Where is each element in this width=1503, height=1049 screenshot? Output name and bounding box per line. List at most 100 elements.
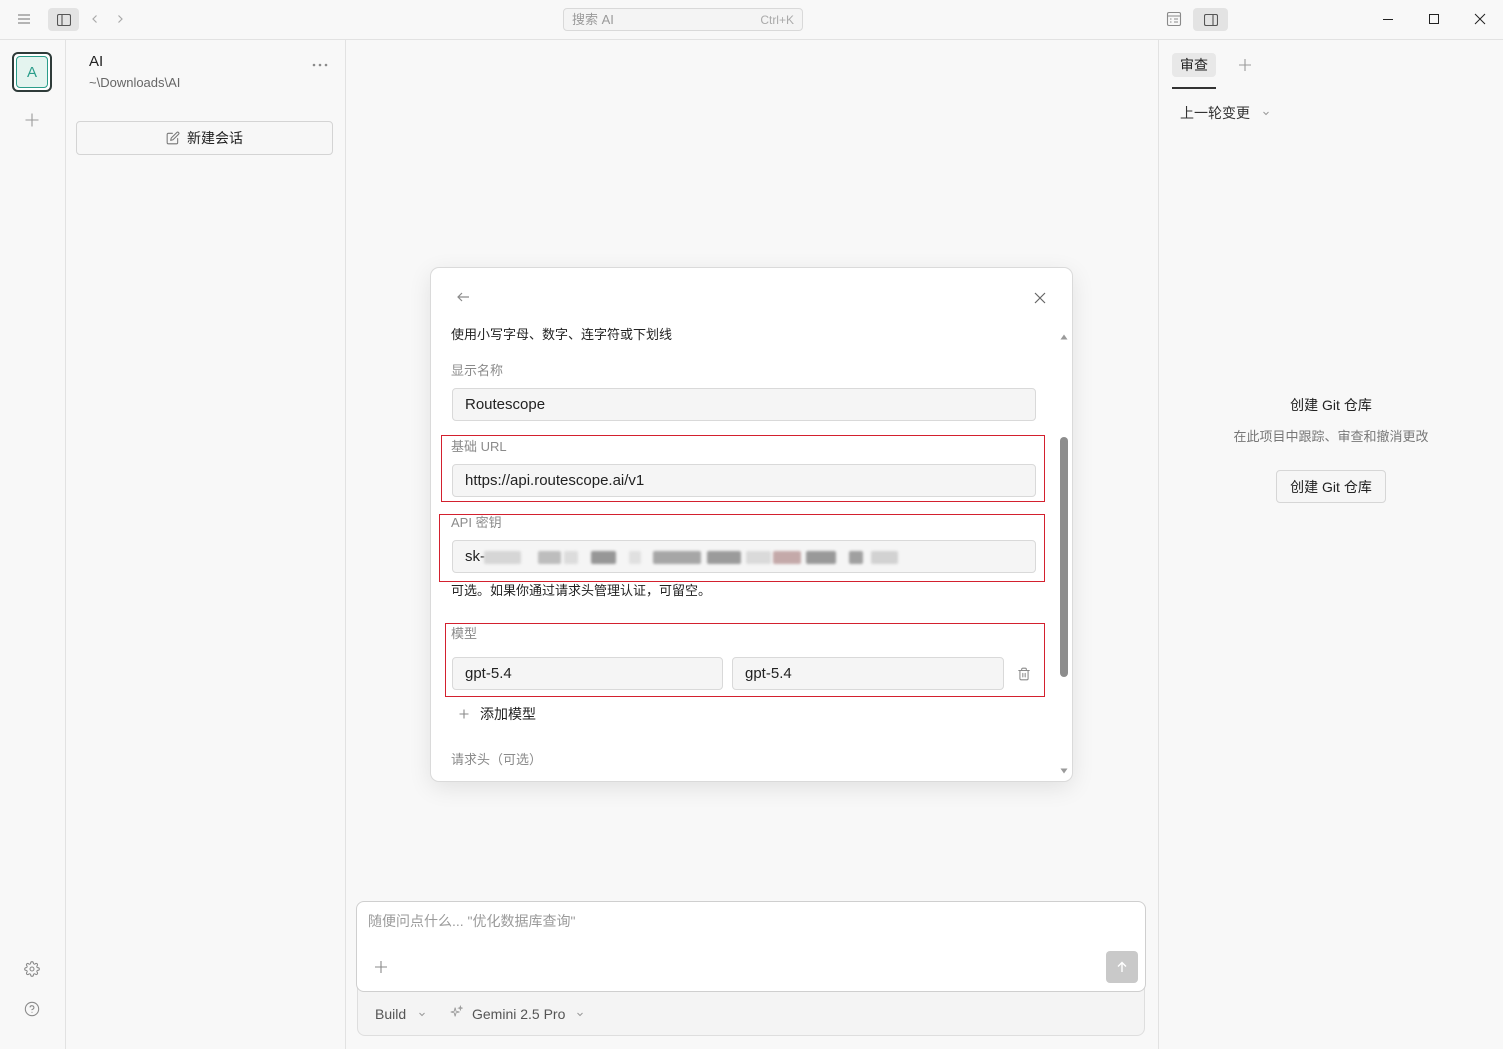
sidebar-right-icon <box>1203 13 1218 26</box>
attach-button[interactable] <box>374 960 388 974</box>
back-button[interactable] <box>89 13 101 25</box>
composer-footer: Build Gemini 2.5 Pro <box>357 985 1145 1036</box>
api-key-label: API 密钥 <box>451 515 502 530</box>
changes-filter-label: 上一轮变更 <box>1180 105 1250 121</box>
model-id-input[interactable] <box>452 657 723 690</box>
project-more-button[interactable] <box>310 58 330 72</box>
create-git-repo-label: 创建 Git 仓库 <box>1290 478 1372 495</box>
plus-icon <box>24 112 40 128</box>
plus-icon <box>1238 58 1252 72</box>
api-key-redaction <box>564 551 578 564</box>
search-box[interactable]: Ctrl+K <box>563 8 803 31</box>
add-project-button[interactable] <box>24 112 40 128</box>
add-tab-button[interactable] <box>1238 58 1252 72</box>
create-git-repo-button[interactable]: 创建 Git 仓库 <box>1276 470 1386 503</box>
add-model-button[interactable]: 添加模型 <box>457 704 547 724</box>
empty-state-description: 在此项目中跟踪、审查和撤消更改 <box>1233 429 1429 444</box>
panel-layout-icon <box>1166 11 1182 27</box>
help-icon <box>24 1001 40 1017</box>
api-key-redaction <box>806 551 836 564</box>
headers-label: 请求头（可选） <box>451 752 543 767</box>
close-window-button[interactable] <box>1472 11 1488 27</box>
scroll-down-arrow[interactable] <box>1060 768 1068 774</box>
panel-layout-button[interactable] <box>1166 11 1182 27</box>
base-url-label: 基础 URL <box>451 439 507 454</box>
title-bar: Ctrl+K <box>0 0 1503 40</box>
api-key-input[interactable]: sk- <box>452 540 1036 573</box>
minimize-icon <box>1380 11 1396 27</box>
api-key-redaction <box>773 551 801 564</box>
dialog-close-button[interactable] <box>1033 291 1047 305</box>
forward-button[interactable] <box>114 13 126 25</box>
chevron-down-icon <box>418 1010 426 1018</box>
empty-state-title: 创建 Git 仓库 <box>1290 397 1372 413</box>
settings-button[interactable] <box>24 961 40 977</box>
edit-icon <box>166 131 180 145</box>
api-key-redaction <box>653 551 701 564</box>
trash-icon <box>1017 667 1031 681</box>
new-chat-label: 新建会话 <box>187 130 243 146</box>
base-url-input[interactable] <box>452 464 1036 497</box>
close-icon <box>1472 11 1488 27</box>
gear-icon <box>24 961 40 977</box>
project-avatar-inner: A <box>16 56 48 88</box>
sidebar-divider <box>345 40 346 1049</box>
api-key-redaction <box>746 551 771 564</box>
help-button[interactable] <box>24 1001 40 1017</box>
sidebar-left-icon <box>56 13 71 26</box>
composer <box>356 901 1146 992</box>
search-shortcut: Ctrl+K <box>760 13 794 27</box>
more-icon <box>310 61 330 69</box>
model-dropdown[interactable]: Gemini 2.5 Pro <box>446 1002 588 1022</box>
plus-icon <box>459 709 469 719</box>
right-panel-toggle-button[interactable] <box>1193 8 1228 31</box>
api-key-redaction <box>707 551 741 564</box>
sidebar-toggle-button[interactable] <box>48 8 79 31</box>
sparkle-icon <box>449 1005 463 1019</box>
search-input[interactable] <box>564 9 744 30</box>
plus-icon <box>374 960 388 974</box>
dialog-back-button[interactable] <box>456 290 470 304</box>
api-key-hint: 可选。如果你通过请求头管理认证，可留空。 <box>451 583 712 598</box>
scroll-up-arrow[interactable] <box>1060 334 1068 340</box>
maximize-button[interactable] <box>1426 11 1442 27</box>
close-icon <box>1033 291 1047 305</box>
chevron-down-icon <box>576 1010 584 1018</box>
display-name-input[interactable] <box>452 388 1036 421</box>
project-name: AI <box>89 53 104 70</box>
model-name-input[interactable] <box>732 657 1004 690</box>
changes-filter-dropdown[interactable]: 上一轮变更 <box>1178 103 1274 123</box>
model-label: Gemini 2.5 Pro <box>472 1006 566 1022</box>
models-label: 模型 <box>451 626 478 641</box>
tab-review[interactable]: 审查 <box>1172 53 1216 77</box>
composer-input[interactable] <box>368 911 1128 933</box>
chevron-right-icon <box>114 13 126 25</box>
project-path: ~\Downloads\AI <box>89 75 181 90</box>
tab-review-underline <box>1172 87 1216 89</box>
menu-icon[interactable] <box>16 11 32 27</box>
add-model-label: 添加模型 <box>480 706 536 722</box>
review-panel-divider <box>1158 40 1159 1049</box>
tab-review-label: 审查 <box>1180 57 1208 73</box>
maximize-icon <box>1426 11 1442 27</box>
new-chat-button[interactable]: 新建会话 <box>76 121 333 155</box>
minimize-button[interactable] <box>1380 11 1396 27</box>
display-name-label: 显示名称 <box>451 363 504 378</box>
scrollbar-thumb[interactable] <box>1060 437 1068 677</box>
provider-id-hint: 使用小写字母、数字、连字符或下划线 <box>451 327 673 342</box>
api-key-prefix: sk- <box>465 548 485 565</box>
mode-dropdown[interactable]: Build <box>370 1002 430 1022</box>
send-button[interactable] <box>1106 951 1138 983</box>
delete-model-button[interactable] <box>1017 667 1031 681</box>
project-avatar[interactable]: A <box>12 52 52 92</box>
api-key-redaction <box>629 551 641 564</box>
rail-divider <box>65 40 66 1049</box>
provider-config-dialog: 使用小写字母、数字、连字符或下划线 显示名称 基础 URL API 密钥 sk-… <box>431 268 1072 781</box>
api-key-redaction <box>871 551 898 564</box>
api-key-redaction <box>849 551 863 564</box>
arrow-left-icon <box>456 290 470 304</box>
chevron-left-icon <box>89 13 101 25</box>
mode-label: Build <box>375 1006 407 1022</box>
api-key-redaction <box>538 551 561 564</box>
api-key-redaction <box>484 551 521 564</box>
